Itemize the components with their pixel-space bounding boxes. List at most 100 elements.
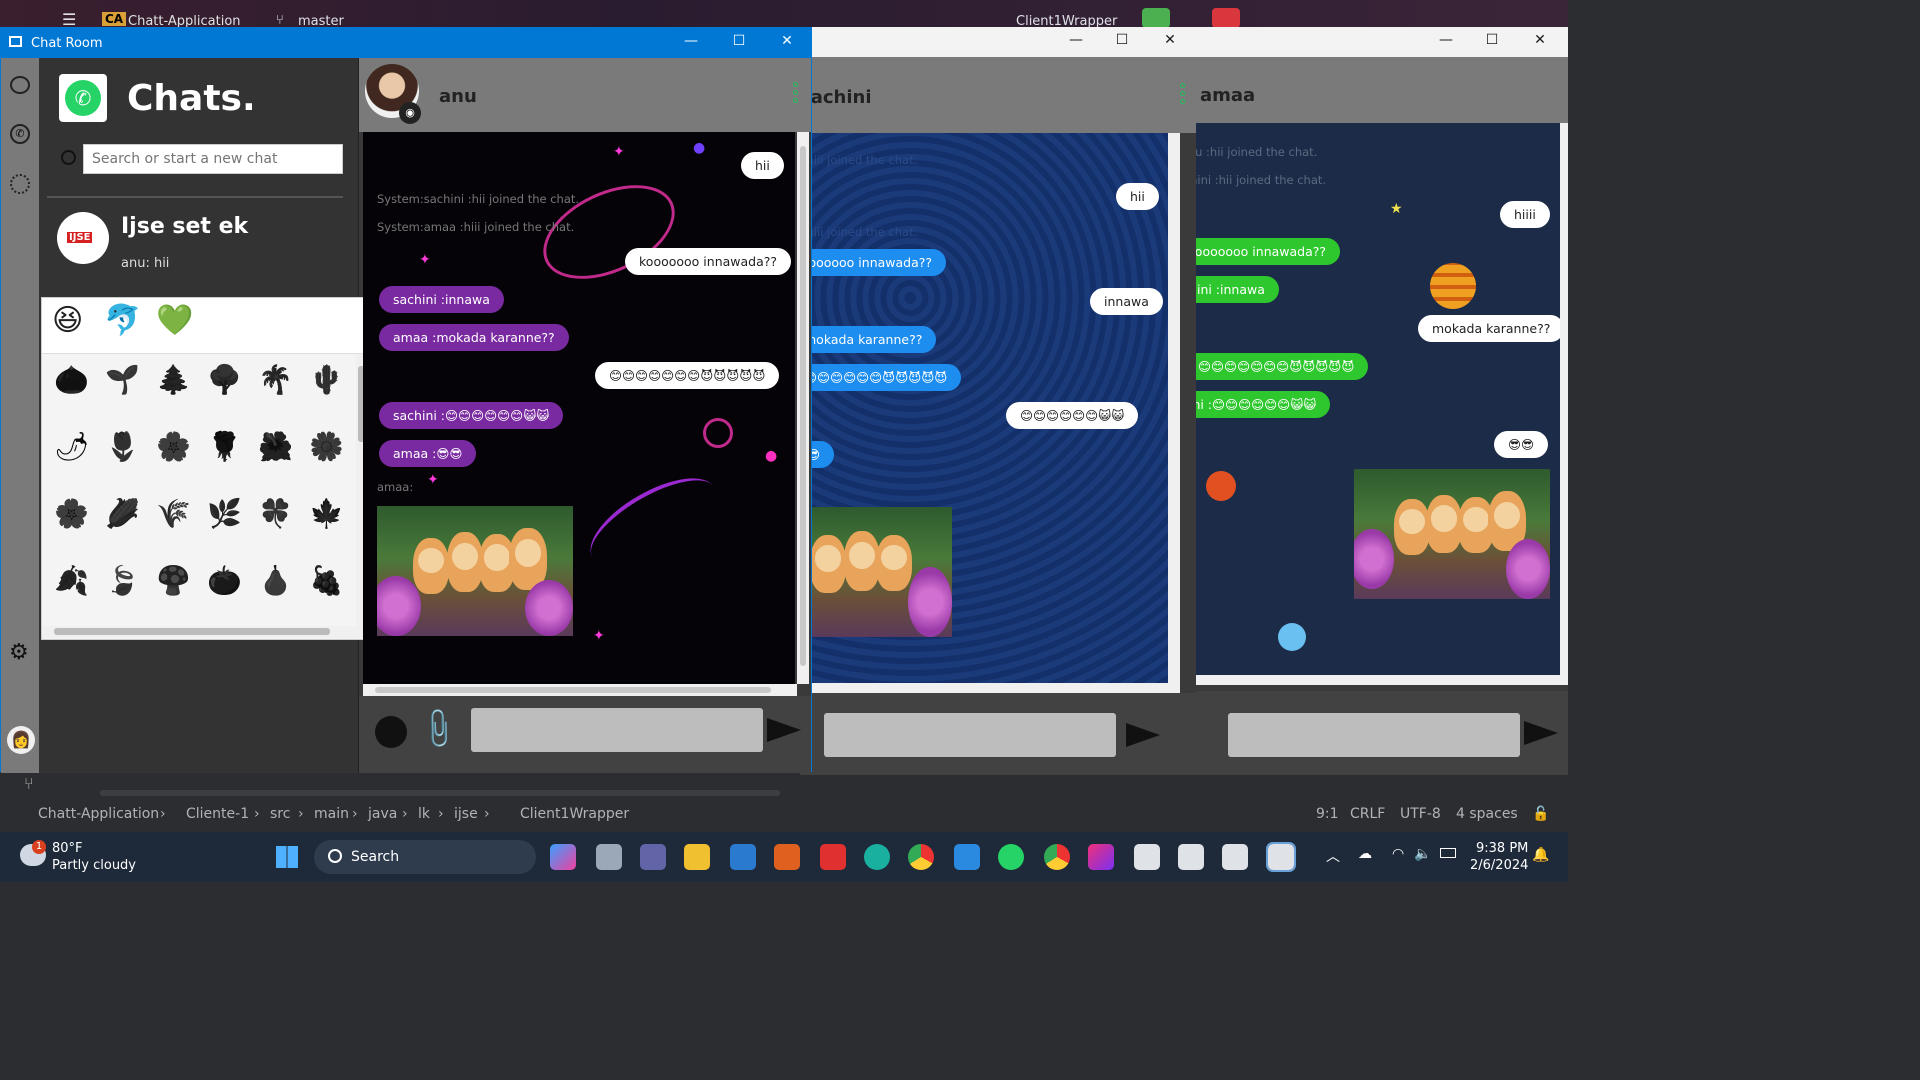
chat-list-item[interactable]: IJSE Ijse set ek anu: hii — [39, 208, 359, 286]
settings-icon[interactable]: ⚙ — [9, 640, 29, 665]
battery-icon[interactable] — [1440, 848, 1456, 858]
chat-area[interactable]: System:amaa :hiii joined the chat. hii S… — [800, 133, 1168, 683]
emoji-cell[interactable]: 🌼 — [309, 433, 344, 461]
emoji-tab-smileys[interactable]: 😆 — [52, 306, 83, 336]
vertical-scrollbar[interactable] — [797, 132, 809, 684]
emoji-cell[interactable]: 🌿 — [207, 500, 242, 528]
search-input[interactable] — [83, 144, 343, 174]
emoji-cell[interactable]: 🍂 — [54, 567, 89, 595]
store-icon[interactable] — [730, 844, 756, 870]
breadcrumb-main[interactable]: main — [314, 806, 349, 822]
send-icon[interactable] — [1126, 723, 1160, 747]
send-icon[interactable] — [1524, 721, 1558, 745]
chat-area[interactable]: ★ System:anu :hii joined the chat. Syste… — [1194, 123, 1560, 683]
whatsapp-icon[interactable] — [998, 844, 1024, 870]
emoji-cell[interactable]: 🌽 — [105, 500, 140, 528]
emoji-cell[interactable]: 🌸 — [54, 500, 89, 528]
close-icon[interactable]: ✕ — [1530, 32, 1550, 48]
clock-time[interactable]: 9:38 PM — [1476, 841, 1528, 856]
emoji-button-icon[interactable] — [375, 716, 407, 748]
java-app-icon[interactable] — [1178, 844, 1204, 870]
breadcrumb-project[interactable]: Chatt-Application — [38, 806, 159, 822]
emoji-cell[interactable]: 🍅 — [207, 567, 242, 595]
encoding[interactable]: UTF-8 — [1400, 806, 1441, 822]
emoji-cell[interactable]: 🌸 — [156, 433, 191, 461]
minimize-icon[interactable]: — — [1436, 32, 1456, 48]
file-explorer-icon[interactable] — [684, 844, 710, 870]
notification-bell-icon[interactable]: 🔔 — [1532, 847, 1549, 863]
chat-area[interactable]: ✦ ✦ ✦ ● ● ✦ hii System:sachini :hii join… — [363, 132, 795, 684]
wps-icon[interactable] — [820, 844, 846, 870]
start-button[interactable] — [276, 846, 298, 868]
maximize-icon[interactable]: ☐ — [729, 33, 749, 49]
emoji-cell[interactable]: 🍃 — [105, 567, 140, 595]
onedrive-icon[interactable]: ☁ — [1358, 846, 1372, 862]
calls-nav-icon[interactable]: ✆ — [10, 124, 30, 144]
minimize-icon[interactable]: — — [681, 33, 701, 49]
send-icon[interactable] — [767, 718, 801, 742]
stop-button[interactable] — [1212, 8, 1240, 28]
teams-icon[interactable] — [640, 844, 666, 870]
horizontal-scrollbar[interactable] — [363, 684, 797, 696]
emoji-cell[interactable]: 🌵 — [309, 366, 344, 394]
vertical-scrollbar[interactable] — [1560, 123, 1568, 683]
horizontal-scrollbar[interactable] — [800, 683, 1180, 693]
emoji-cell[interactable]: 🌹 — [207, 433, 242, 461]
emoji-tab-nature[interactable]: 💚 — [156, 306, 193, 336]
run-button[interactable] — [1142, 8, 1170, 28]
breadcrumb-ijse[interactable]: ijse — [454, 806, 478, 822]
emoji-cell[interactable]: 🌱 — [105, 366, 140, 394]
breadcrumb-module[interactable]: Cliente-1 — [186, 806, 249, 822]
weather-desc[interactable]: Partly cloudy — [52, 858, 136, 873]
emoji-cell[interactable]: 🍇 — [309, 567, 344, 595]
intellij-icon[interactable] — [1088, 844, 1114, 870]
emoji-cell[interactable]: 🌷 — [105, 433, 140, 461]
menu-dots-icon[interactable] — [793, 82, 799, 106]
lock-icon[interactable]: 🔓 — [1532, 806, 1549, 822]
emoji-cell[interactable]: 🌲 — [156, 366, 191, 394]
line-ending[interactable]: CRLF — [1350, 806, 1385, 822]
copilot-icon[interactable] — [550, 844, 576, 870]
git-icon[interactable]: ⑂ — [24, 774, 34, 793]
emoji-cell[interactable]: 🌺 — [258, 433, 293, 461]
menu-dots-icon[interactable] — [1180, 83, 1186, 107]
taskbar-search[interactable]: Search — [314, 840, 536, 874]
wifi-icon[interactable]: ◠ — [1392, 846, 1404, 862]
breadcrumb-java[interactable]: java — [368, 806, 397, 822]
profile-avatar[interactable]: 👩 — [7, 726, 35, 754]
clock-date[interactable]: 2/6/2024 — [1470, 858, 1528, 873]
weather-temp[interactable]: 80°F — [52, 841, 83, 856]
chats-nav-icon[interactable] — [10, 76, 30, 94]
chevron-up-icon[interactable]: ︿ — [1326, 846, 1340, 866]
emoji-tab-animals[interactable]: 🐬 — [104, 306, 141, 336]
chrome-profile-icon[interactable] — [1044, 844, 1070, 870]
status-nav-icon[interactable] — [10, 174, 30, 194]
editor-scrollbar[interactable] — [100, 790, 780, 796]
horizontal-scrollbar[interactable] — [1194, 675, 1568, 685]
close-icon[interactable]: ✕ — [1160, 32, 1180, 48]
breadcrumb-class[interactable]: Client1Wrapper — [520, 806, 629, 822]
vertical-scrollbar[interactable] — [1168, 133, 1180, 683]
java-app-icon[interactable] — [1134, 844, 1160, 870]
emoji-horizontal-scrollbar[interactable] — [42, 626, 368, 638]
emoji-cell[interactable]: 🍁 — [309, 500, 344, 528]
emoji-cell[interactable]: 🍐 — [258, 567, 293, 595]
cursor-position[interactable]: 9:1 — [1316, 806, 1339, 822]
emoji-cell[interactable]: 🌶 — [54, 433, 90, 461]
minimize-icon[interactable]: — — [1066, 32, 1086, 48]
message-input[interactable] — [824, 713, 1116, 757]
office-icon[interactable] — [774, 844, 800, 870]
emoji-cell[interactable]: 🌳 — [207, 366, 242, 394]
emoji-cell[interactable]: 🌾 — [156, 500, 191, 528]
message-input[interactable] — [1228, 713, 1520, 757]
maximize-icon[interactable]: ☐ — [1112, 32, 1132, 48]
volume-icon[interactable]: 🔈 — [1414, 846, 1431, 862]
java-app-icon[interactable] — [1266, 842, 1296, 872]
emoji-cell[interactable]: 🌴 — [258, 366, 293, 394]
vscode-icon[interactable] — [954, 844, 980, 870]
emoji-cell[interactable]: 🍀 — [258, 500, 293, 528]
message-input[interactable] — [471, 708, 763, 752]
edge-icon[interactable] — [864, 844, 890, 870]
camera-icon[interactable]: ◉ — [399, 102, 421, 124]
indent[interactable]: 4 spaces — [1456, 806, 1518, 822]
